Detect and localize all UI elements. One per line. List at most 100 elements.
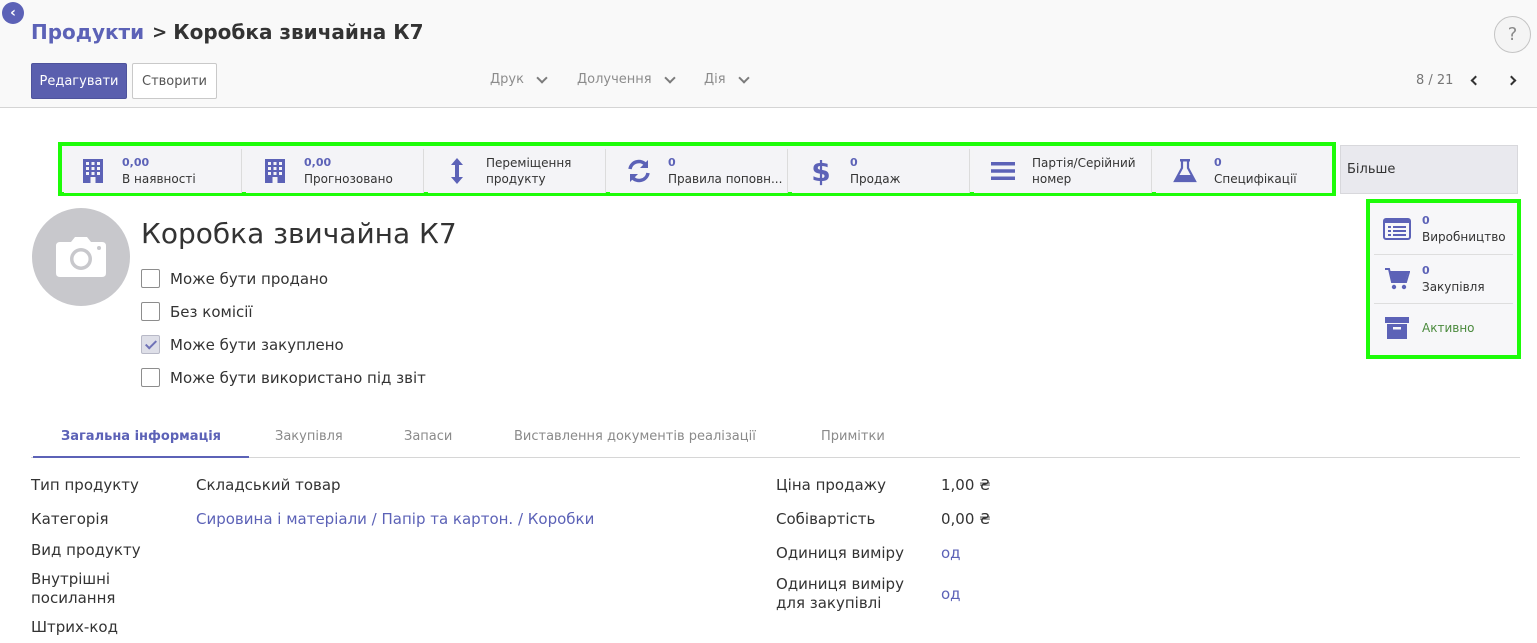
smart-button-forecasted[interactable]: 0,00 Прогнозовано bbox=[246, 149, 424, 193]
edit-button[interactable]: Редагувати bbox=[31, 63, 127, 99]
active-label: Активно bbox=[1422, 320, 1475, 335]
cost-value[interactable]: 0,00 ₴ bbox=[941, 510, 991, 529]
smart-button-on-hand[interactable]: 0,00 В наявності bbox=[64, 149, 242, 193]
chevron-down-icon bbox=[663, 71, 676, 84]
sales-label: Продаж bbox=[850, 172, 901, 186]
can-be-sold-checkbox[interactable] bbox=[141, 269, 160, 288]
more-dropdown-menu: 0 Виробництво 0 Закупівля Активно bbox=[1366, 199, 1521, 359]
tab-invoicing[interactable]: Виставлення документів реалізації bbox=[486, 416, 784, 457]
list-alt-icon bbox=[1382, 214, 1412, 244]
archive-icon bbox=[1382, 313, 1412, 343]
sale-price-value[interactable]: 1,00 ₴ bbox=[941, 476, 991, 495]
breadcrumb-current: Коробка звичайна К7 bbox=[173, 20, 424, 44]
manufacturing-value: 0 bbox=[1422, 214, 1430, 227]
tab-purchase[interactable]: Закупівля bbox=[247, 416, 371, 457]
chevron-right-icon bbox=[1506, 75, 1516, 85]
reordering-rules-value: 0 bbox=[668, 156, 676, 169]
tab-general-info[interactable]: Загальна інформація bbox=[33, 416, 250, 458]
smart-button-active[interactable]: Активно bbox=[1374, 303, 1513, 351]
product-moves-label-2: продукту bbox=[486, 172, 546, 186]
breadcrumb-products-link[interactable]: Продукти bbox=[31, 20, 144, 44]
control-panel: ‹ Продукти > Коробка звичайна К7 ? Редаг… bbox=[0, 0, 1537, 108]
cost-label: Собівартість bbox=[776, 510, 876, 528]
category-label: Категорія bbox=[31, 510, 109, 528]
reordering-rules-label: Правила поповн... bbox=[668, 172, 783, 186]
no-commission-label: Без комісії bbox=[170, 302, 253, 321]
bom-label: Специфікації bbox=[1214, 172, 1297, 186]
flask-icon bbox=[1168, 154, 1202, 188]
checkmark-icon bbox=[144, 336, 157, 350]
attachment-dropdown[interactable]: Долучення bbox=[577, 71, 676, 87]
chevron-down-icon bbox=[737, 71, 750, 84]
product-image-placeholder[interactable] bbox=[32, 208, 130, 306]
print-dropdown[interactable]: Друк bbox=[490, 71, 548, 87]
refresh-icon bbox=[622, 154, 656, 188]
tab-inventory[interactable]: Запаси bbox=[376, 416, 480, 457]
product-kind-label: Вид продукту bbox=[31, 541, 141, 559]
can-be-sold-row[interactable]: Може бути продано bbox=[141, 269, 328, 288]
purchase-uom-label-line1: Одиниця виміру bbox=[776, 575, 904, 593]
purchase-uom-label: Одиниця виміру для закупівлі bbox=[776, 575, 904, 613]
smart-button-lots-serials[interactable]: Партія/Серійний номер bbox=[974, 149, 1152, 193]
smart-button-bom[interactable]: 0 Специфікації bbox=[1156, 149, 1332, 193]
more-button[interactable]: Більше bbox=[1340, 145, 1518, 194]
pager-previous-button[interactable] bbox=[1466, 71, 1484, 89]
no-commission-row[interactable]: Без комісії bbox=[141, 302, 253, 321]
lots-serials-label: Партія/Серійний bbox=[1032, 156, 1136, 170]
sales-value: 0 bbox=[850, 156, 858, 169]
can-be-purchased-label: Може бути закуплено bbox=[170, 335, 344, 354]
bars-icon bbox=[986, 154, 1020, 188]
smart-button-purchase[interactable]: 0 Закупівля bbox=[1374, 254, 1513, 302]
building-icon bbox=[258, 154, 292, 188]
purchase-value: 0 bbox=[1422, 263, 1430, 277]
smart-button-reordering-rules[interactable]: 0 Правила поповн... bbox=[610, 149, 788, 193]
product-moves-label: Переміщення bbox=[486, 156, 572, 170]
uom-label: Одиниця виміру bbox=[776, 544, 904, 562]
internal-reference-label-line2: посилання bbox=[31, 589, 116, 607]
cart-icon bbox=[1382, 264, 1412, 294]
product-type-value[interactable]: Складський товар bbox=[196, 476, 341, 495]
can-be-expensed-label: Може бути використано під звіт bbox=[170, 368, 426, 387]
purchase-label: Закупівля bbox=[1422, 279, 1485, 294]
print-label: Друк bbox=[490, 72, 524, 87]
purchase-uom-link[interactable]: од bbox=[941, 585, 961, 604]
forecasted-value: 0,00 bbox=[304, 156, 332, 169]
attachment-label: Долучення bbox=[577, 72, 652, 87]
pager-value[interactable]: 8 / 21 bbox=[1416, 73, 1453, 88]
vertical-arrows-icon bbox=[440, 154, 474, 188]
category-link[interactable]: Сировина і матеріали / Папір та картон. … bbox=[196, 510, 594, 529]
no-commission-checkbox[interactable] bbox=[141, 302, 160, 321]
smart-button-sales[interactable]: $ 0 Продаж bbox=[792, 149, 970, 193]
breadcrumb-separator: > bbox=[152, 21, 168, 43]
on-hand-label: В наявності bbox=[122, 172, 196, 186]
can-be-expensed-checkbox[interactable] bbox=[141, 368, 160, 387]
smart-buttons-box: 0,00 В наявності 0,00 Прогнозовано Перем… bbox=[58, 142, 1336, 196]
svg-text:$: $ bbox=[812, 156, 830, 186]
breadcrumb: Продукти > Коробка звичайна К7 bbox=[31, 20, 423, 44]
action-label: Дія bbox=[704, 72, 726, 87]
can-be-purchased-row[interactable]: Може бути закуплено bbox=[141, 335, 344, 354]
help-button[interactable]: ? bbox=[1494, 16, 1531, 53]
internal-reference-label: Внутрішні посилання bbox=[31, 570, 115, 608]
product-name[interactable]: Коробка звичайна К7 bbox=[141, 217, 457, 250]
chevron-down-icon bbox=[536, 71, 548, 84]
can-be-expensed-row[interactable]: Може бути використано під звіт bbox=[141, 368, 426, 387]
back-arrow-icon[interactable]: ‹ bbox=[2, 2, 24, 24]
uom-link[interactable]: од bbox=[941, 544, 961, 563]
barcode-label: Штрих-код bbox=[31, 618, 118, 636]
on-hand-value: 0,00 bbox=[122, 156, 150, 169]
lots-serials-label-2: номер bbox=[1032, 172, 1072, 186]
sale-price-label: Ціна продажу bbox=[776, 476, 887, 494]
smart-button-manufacturing[interactable]: 0 Виробництво bbox=[1374, 205, 1513, 253]
product-type-label: Тип продукту bbox=[31, 476, 139, 494]
can-be-sold-label: Може бути продано bbox=[170, 269, 329, 288]
form-tabs: Загальна інформація Закупівля Запаси Вис… bbox=[31, 416, 1520, 458]
dollar-icon: $ bbox=[804, 154, 838, 188]
can-be-purchased-checkbox[interactable] bbox=[141, 335, 160, 354]
smart-button-product-moves[interactable]: Переміщення продукту bbox=[428, 149, 606, 193]
tab-notes[interactable]: Примітки bbox=[793, 416, 913, 457]
action-dropdown[interactable]: Дія bbox=[704, 71, 750, 87]
bom-value: 0 bbox=[1214, 156, 1222, 169]
pager-next-button[interactable] bbox=[1502, 71, 1520, 89]
create-button[interactable]: Створити bbox=[132, 63, 217, 99]
